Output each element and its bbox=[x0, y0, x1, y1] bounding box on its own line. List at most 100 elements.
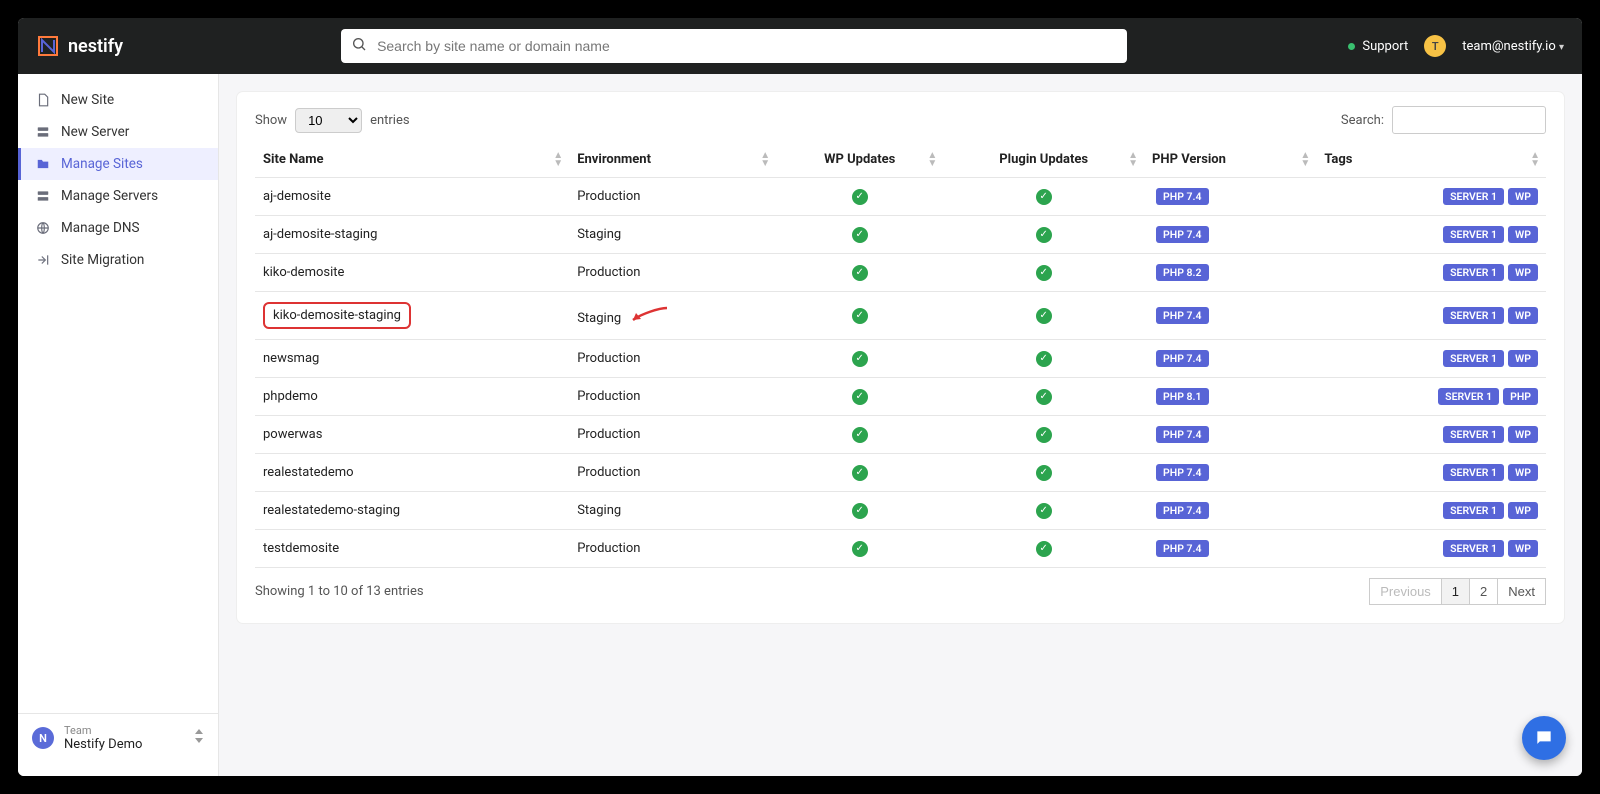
avatar[interactable]: T bbox=[1424, 35, 1446, 57]
site-link[interactable]: powerwas bbox=[263, 427, 322, 442]
table-row: kiko-demosite-stagingStaging✓✓PHP 7.4SER… bbox=[255, 292, 1546, 340]
check-icon: ✓ bbox=[852, 189, 868, 205]
check-icon: ✓ bbox=[852, 308, 868, 324]
sidebar-item-manage-sites[interactable]: Manage Sites bbox=[18, 148, 218, 180]
column-plugin-updates[interactable]: Plugin Updates▲▼ bbox=[943, 142, 1144, 178]
column-site-name[interactable]: Site Name ▲▼ bbox=[255, 142, 569, 178]
php-badge: PHP 7.4 bbox=[1156, 350, 1209, 367]
site-link[interactable]: aj-demosite bbox=[263, 189, 331, 204]
column-tags[interactable]: Tags ▲▼ bbox=[1316, 142, 1546, 178]
table-row: aj-demosite-stagingStaging✓✓PHP 7.4SERVE… bbox=[255, 216, 1546, 254]
table-search-input[interactable] bbox=[1392, 106, 1546, 134]
tag-badge: WP bbox=[1508, 226, 1538, 243]
tag-badge: SERVER 1 bbox=[1443, 307, 1504, 324]
pager: Previous12Next bbox=[1369, 578, 1546, 605]
column-label: Tags bbox=[1324, 152, 1352, 167]
tag-badge: WP bbox=[1508, 540, 1538, 557]
env-label: Staging bbox=[577, 503, 621, 518]
sidebar-item-label: Site Migration bbox=[61, 252, 144, 268]
table-row: realestatedemo-stagingStaging✓✓PHP 7.4SE… bbox=[255, 492, 1546, 530]
chevron-down-icon: ▾ bbox=[1559, 42, 1564, 53]
site-link[interactable]: testdemosite bbox=[263, 541, 339, 556]
sort-icon: ▲▼ bbox=[927, 152, 937, 168]
chat-fab[interactable] bbox=[1522, 716, 1566, 760]
support-label: Support bbox=[1362, 39, 1408, 54]
pager-page-1[interactable]: 1 bbox=[1442, 578, 1470, 605]
user-menu[interactable]: team@nestify.io ▾ bbox=[1462, 39, 1564, 54]
server-icon bbox=[35, 189, 51, 203]
tag-badge: SERVER 1 bbox=[1443, 540, 1504, 557]
php-badge: PHP 8.2 bbox=[1156, 264, 1209, 281]
tag-badge: WP bbox=[1508, 350, 1538, 367]
check-icon: ✓ bbox=[1036, 465, 1052, 481]
check-icon: ✓ bbox=[1036, 541, 1052, 557]
site-link[interactable]: realestatedemo-staging bbox=[263, 503, 400, 518]
pager-next[interactable]: Next bbox=[1498, 578, 1546, 605]
show-prefix: Show bbox=[255, 113, 287, 128]
site-link[interactable]: kiko-demosite bbox=[263, 265, 344, 280]
page-size-select[interactable]: 10 bbox=[295, 108, 362, 133]
column-label: WP Updates bbox=[824, 152, 895, 167]
migrate-icon bbox=[35, 253, 51, 267]
env-label: Production bbox=[577, 189, 640, 204]
team-avatar: N bbox=[32, 727, 54, 749]
table-footer-text: Showing 1 to 10 of 13 entries bbox=[255, 584, 424, 599]
check-icon: ✓ bbox=[852, 541, 868, 557]
sort-icon: ▲▼ bbox=[1530, 152, 1540, 168]
sidebar-item-new-site[interactable]: New Site bbox=[18, 84, 218, 116]
sidebar-item-site-migration[interactable]: Site Migration bbox=[18, 244, 218, 276]
support-link[interactable]: Support bbox=[1348, 39, 1408, 54]
brand-logo[interactable]: nestify bbox=[36, 34, 123, 58]
tag-badge: WP bbox=[1508, 502, 1538, 519]
sites-card: Show 10 entries Search: Site Name▲▼Envir… bbox=[237, 92, 1564, 623]
sidebar-item-label: Manage DNS bbox=[61, 220, 140, 236]
tag-badge: SERVER 1 bbox=[1443, 350, 1504, 367]
check-icon: ✓ bbox=[852, 503, 868, 519]
search-icon bbox=[351, 36, 367, 56]
tag-badge: SERVER 1 bbox=[1443, 226, 1504, 243]
globe-icon bbox=[35, 221, 51, 235]
topbar: nestify Support T team@nestify.io ▾ bbox=[18, 18, 1582, 74]
sort-icon: ▲▼ bbox=[553, 152, 563, 168]
column-environment[interactable]: Environment▲▼ bbox=[569, 142, 776, 178]
pager-page-2[interactable]: 2 bbox=[1470, 578, 1498, 605]
env-label: Production bbox=[577, 265, 640, 280]
column-label: PHP Version bbox=[1152, 152, 1226, 167]
php-badge: PHP 8.1 bbox=[1156, 388, 1209, 405]
sites-table: Site Name ▲▼ Environment▲▼ WP Updates ▲▼ Plug… bbox=[255, 142, 1546, 568]
search-input[interactable] bbox=[341, 29, 1127, 63]
env-label: Production bbox=[577, 427, 640, 442]
sidebar-item-manage-dns[interactable]: Manage DNS bbox=[18, 212, 218, 244]
column-label: Site Name bbox=[263, 152, 324, 167]
site-link[interactable]: newsmag bbox=[263, 351, 319, 366]
env-label: Production bbox=[577, 389, 640, 404]
brand-name: nestify bbox=[68, 36, 123, 57]
site-link[interactable]: kiko-demosite-staging bbox=[263, 302, 411, 329]
column-php-version[interactable]: PHP Version▲▼ bbox=[1144, 142, 1316, 178]
tag-badge: PHP bbox=[1503, 388, 1538, 405]
sidebar-item-label: New Server bbox=[61, 124, 129, 140]
site-link[interactable]: realestatedemo bbox=[263, 465, 354, 480]
php-badge: PHP 7.4 bbox=[1156, 426, 1209, 443]
env-label: Production bbox=[577, 465, 640, 480]
sidebar-item-label: Manage Servers bbox=[61, 188, 158, 204]
site-link[interactable]: phpdemo bbox=[263, 389, 318, 404]
sidebar-item-manage-servers[interactable]: Manage Servers bbox=[18, 180, 218, 212]
team-switcher[interactable]: N Team Nestify Demo bbox=[18, 713, 218, 766]
sidebar-item-new-server[interactable]: New Server bbox=[18, 116, 218, 148]
check-icon: ✓ bbox=[1036, 189, 1052, 205]
tag-badge: WP bbox=[1508, 188, 1538, 205]
content: Show 10 entries Search: Site Name▲▼Envir… bbox=[219, 74, 1582, 776]
env-label: Production bbox=[577, 351, 640, 366]
folder-icon bbox=[35, 157, 51, 171]
logo-icon bbox=[36, 34, 60, 58]
tag-badge: SERVER 1 bbox=[1443, 502, 1504, 519]
table-row: phpdemoProduction✓✓PHP 8.1SERVER 1PHP bbox=[255, 378, 1546, 416]
tag-badge: SERVER 1 bbox=[1443, 264, 1504, 281]
site-link[interactable]: aj-demosite-staging bbox=[263, 227, 377, 242]
tag-badge: SERVER 1 bbox=[1443, 188, 1504, 205]
tag-badge: SERVER 1 bbox=[1443, 426, 1504, 443]
sidebar: New Site New Server Manage Sites Manage Ser… bbox=[18, 74, 219, 776]
check-icon: ✓ bbox=[1036, 427, 1052, 443]
column-wp-updates[interactable]: WP Updates ▲▼ bbox=[776, 142, 943, 178]
